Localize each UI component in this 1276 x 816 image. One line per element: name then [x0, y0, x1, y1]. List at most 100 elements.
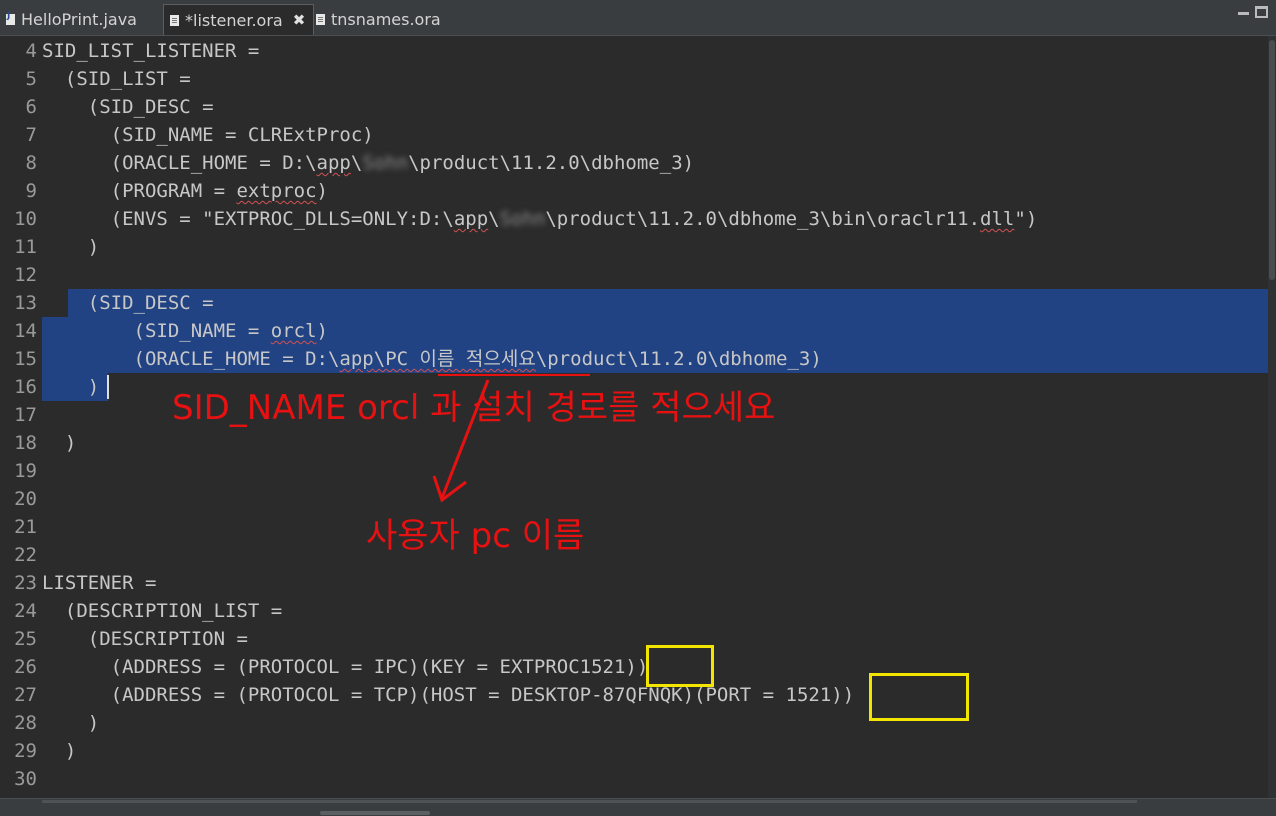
code-token: \product\11.2.0\dbhome_3): [408, 152, 695, 174]
code-line[interactable]: 18 ): [0, 429, 1268, 457]
code-line[interactable]: 6 (SID_DESC =: [0, 93, 1268, 121]
code-line[interactable]: 21: [0, 513, 1268, 541]
port-highlight-box: [646, 645, 714, 687]
code-line[interactable]: 14 (SID_NAME = orcl): [0, 317, 1268, 345]
code-token: (ADDRESS = (PROTOCOL = IPC)(KEY = EXTPRO…: [42, 656, 649, 678]
code-text: (SID_DESC =: [42, 289, 214, 317]
code-token: (ADDRESS = (PROTOCOL = TCP)(HOST = DESKT…: [42, 684, 855, 706]
line-number: 7: [25, 124, 37, 146]
code-token: (ENVS = "EXTPROC_DLLS=ONLY:D:\: [42, 208, 454, 230]
redacted-text: Sohn: [362, 152, 409, 174]
line-number: 21: [14, 516, 37, 538]
code-line[interactable]: 15 (ORACLE_HOME = D:\app\PC 이름 적으세요\prod…: [0, 345, 1268, 373]
line-number: 6: [25, 96, 37, 118]
port-highlight-box: [869, 673, 969, 721]
code-token: app: [339, 348, 374, 370]
line-number: 14: [14, 320, 37, 342]
code-token: (ORACLE_HOME = D:\: [42, 348, 340, 370]
line-number: 19: [14, 460, 37, 482]
code-token: \product\11.2.0\dbhome_3\bin\oraclr11.: [545, 208, 981, 230]
code-text: ): [42, 429, 76, 457]
code-line[interactable]: 23 LISTENER =: [0, 569, 1268, 597]
code-text: (ORACLE_HOME = D:\app\PC 이름 적으세요\product…: [42, 345, 822, 373]
code-token: (SID_LIST =: [42, 68, 191, 90]
code-text: (PROGRAM = extproc): [42, 177, 328, 205]
line-number: 10: [14, 208, 37, 230]
pc-name-annotation: 사용자 pc 이름: [366, 516, 585, 556]
code-text: (ENVS = "EXTPROC_DLLS=ONLY:D:\app\Sohn\p…: [42, 205, 1038, 233]
line-number: 26: [14, 656, 37, 678]
code-line[interactable]: 9 (PROGRAM = extproc): [0, 177, 1268, 205]
code-line[interactable]: 26 (ADDRESS = (PROTOCOL = IPC)(KEY = EXT…: [0, 653, 1268, 681]
line-number: 17: [14, 404, 37, 426]
line-number: 11: [14, 236, 37, 258]
java-file-icon: [6, 11, 15, 25]
line-number: 13: [14, 292, 37, 314]
tab-tnsnames-ora[interactable]: tnsnames.ora: [310, 4, 449, 34]
code-line[interactable]: 13 (SID_DESC =: [0, 289, 1268, 317]
line-number: 12: [14, 264, 37, 286]
code-text: LISTENER =: [42, 569, 156, 597]
code-line[interactable]: 5 (SID_LIST =: [0, 65, 1268, 93]
code-token: app: [453, 208, 489, 230]
redacted-text: Sohn: [499, 208, 546, 230]
code-text: (ADDRESS = (PROTOCOL = TCP)(HOST = DESKT…: [42, 681, 855, 709]
code-text: (SID_DESC =: [42, 93, 214, 121]
horizontal-scroll-thumb[interactable]: [320, 811, 430, 815]
line-number: 16: [14, 376, 37, 398]
code-line[interactable]: 7 (SID_NAME = CLRExtProc): [0, 121, 1268, 149]
code-token: (SID_NAME = CLRExtProc): [42, 124, 374, 146]
line-number: 20: [14, 488, 37, 510]
tab-listener-ora[interactable]: *listener.ora ✖: [163, 4, 315, 35]
code-token: "): [1014, 208, 1038, 230]
code-token: app: [316, 152, 351, 174]
code-token: (SID_NAME =: [42, 320, 271, 342]
code-line[interactable]: 29 ): [0, 737, 1268, 765]
code-line[interactable]: 27 (ADDRESS = (PROTOCOL = TCP)(HOST = DE…: [0, 681, 1268, 709]
code-token: (SID_DESC =: [42, 96, 214, 118]
line-number: 15: [14, 348, 37, 370]
instruction-annotation: SID_NAME orcl 과 설치 경로를 적으세요: [172, 388, 776, 428]
tab-label: tnsnames.ora: [331, 9, 441, 29]
line-number: 28: [14, 712, 37, 734]
code-line[interactable]: 8 (ORACLE_HOME = D:\app\Sohn\product\11.…: [0, 149, 1268, 177]
code-text: (SID_NAME = CLRExtProc): [42, 121, 374, 149]
code-token: orcl: [270, 320, 317, 342]
code-line[interactable]: 22: [0, 541, 1268, 569]
vertical-scroll-thumb[interactable]: [1269, 40, 1275, 280]
maximize-icon[interactable]: [1255, 6, 1268, 18]
code-line[interactable]: 24 (DESCRIPTION_LIST =: [0, 597, 1268, 625]
minimize-icon[interactable]: [1238, 6, 1250, 16]
code-token: (SID_DESC =: [42, 292, 214, 314]
line-number: 4: [25, 40, 37, 62]
code-token: extproc: [236, 180, 317, 202]
close-icon[interactable]: ✖: [293, 11, 306, 29]
code-token: ): [316, 320, 328, 342]
code-line[interactable]: 20: [0, 485, 1268, 513]
code-line[interactable]: 19: [0, 457, 1268, 485]
code-token: \product\11.2.0\dbhome_3): [535, 348, 822, 370]
text-file-icon: [170, 14, 179, 26]
code-token: (PROGRAM =: [42, 180, 237, 202]
tab-helloprint-java[interactable]: HelloPrint.java: [0, 4, 145, 34]
line-number: 29: [14, 740, 37, 762]
line-number: 22: [14, 544, 37, 566]
code-line[interactable]: 30: [0, 765, 1268, 793]
line-number: 18: [14, 432, 37, 454]
code-line[interactable]: 25 (DESCRIPTION =: [0, 625, 1268, 653]
code-text: (ADDRESS = (PROTOCOL = IPC)(KEY = EXTPRO…: [42, 653, 649, 681]
code-token: ): [42, 236, 100, 258]
code-text: ): [42, 373, 99, 401]
code-text: SID_LIST_LISTENER =: [42, 37, 259, 65]
line-number: 5: [25, 68, 37, 90]
code-text: ): [42, 233, 99, 261]
code-token: ): [42, 712, 100, 734]
code-line[interactable]: 11 ): [0, 233, 1268, 261]
code-text: (SID_NAME = orcl): [42, 317, 329, 345]
line-number: 25: [14, 628, 37, 650]
code-line[interactable]: 4 SID_LIST_LISTENER =: [0, 37, 1268, 65]
code-line[interactable]: 28 ): [0, 709, 1268, 737]
code-line[interactable]: 12: [0, 261, 1268, 289]
code-line[interactable]: 10 (ENVS = "EXTPROC_DLLS=ONLY:D:\app\Soh…: [0, 205, 1268, 233]
tab-label: *listener.ora: [185, 10, 283, 30]
